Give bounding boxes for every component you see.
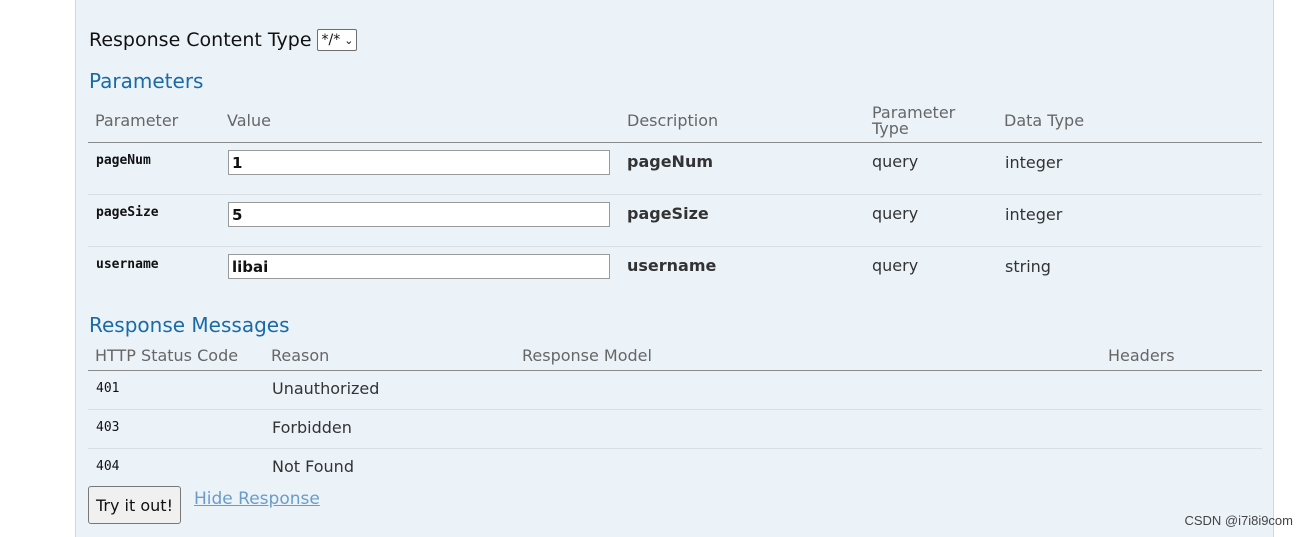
parameters-title: Parameters: [89, 69, 204, 93]
chevron-down-icon: ⌄: [344, 33, 354, 47]
parameter-data-type: string: [1005, 257, 1051, 276]
header-http-status-code: HTTP Status Code: [95, 346, 239, 365]
parameter-description: pageSize: [627, 204, 709, 223]
response-row: 403 Forbidden: [88, 410, 1262, 449]
status-reason: Unauthorized: [272, 379, 380, 398]
username-input[interactable]: [228, 254, 610, 279]
operation-panel: Response Content Type */* ⌄ Parameters P…: [75, 0, 1274, 537]
response-content-type: Response Content Type */* ⌄: [89, 29, 358, 51]
response-messages-title: Response Messages: [89, 313, 290, 337]
parameter-type: query: [872, 256, 919, 275]
content-type-value: */*: [321, 32, 341, 48]
parameters-table: Parameter Value Description Parameter Ty…: [88, 96, 1262, 298]
header-response-model: Response Model: [522, 346, 652, 365]
status-reason: Forbidden: [272, 418, 352, 437]
parameter-name: pageNum: [96, 153, 151, 168]
header-parameter-type-line2: Type: [872, 119, 909, 138]
response-messages-table: HTTP Status Code Reason Response Model H…: [88, 342, 1262, 487]
parameter-row-pagenum: pageNum pageNum query integer: [88, 143, 1262, 195]
parameter-data-type: integer: [1005, 153, 1063, 172]
parameter-data-type: integer: [1005, 205, 1063, 224]
status-code: 404: [96, 459, 120, 474]
parameter-type: query: [872, 204, 919, 223]
response-row: 401 Unauthorized: [88, 371, 1262, 410]
parameters-header: Parameter Value Description Parameter Ty…: [88, 96, 1262, 143]
parameter-name: pageSize: [96, 205, 159, 220]
status-code: 403: [96, 420, 120, 435]
parameter-description: username: [627, 256, 717, 275]
content-type-label: Response Content Type: [89, 29, 312, 51]
parameter-type: query: [872, 152, 919, 171]
pagesize-input[interactable]: [228, 202, 610, 227]
header-headers: Headers: [1108, 346, 1175, 365]
parameter-row-pagesize: pageSize pageSize query integer: [88, 195, 1262, 247]
header-data-type: Data Type: [1004, 111, 1085, 130]
hide-response-link[interactable]: Hide Response: [194, 489, 320, 509]
response-row: 404 Not Found: [88, 449, 1262, 487]
content-type-select[interactable]: */* ⌄: [316, 29, 358, 51]
watermark: CSDN @i7i8i9com: [1184, 513, 1293, 528]
header-value: Value: [227, 111, 271, 130]
parameter-description: pageNum: [627, 152, 714, 171]
status-reason: Not Found: [272, 457, 354, 476]
response-messages-header: HTTP Status Code Reason Response Model H…: [88, 342, 1262, 371]
header-reason: Reason: [271, 346, 330, 365]
header-description: Description: [627, 111, 719, 130]
try-it-out-button[interactable]: Try it out!: [88, 486, 181, 524]
parameter-row-username: username username query string: [88, 247, 1262, 298]
status-code: 401: [96, 381, 120, 396]
parameter-name: username: [96, 257, 159, 272]
header-parameter: Parameter: [95, 111, 179, 130]
pagenum-input[interactable]: [228, 150, 610, 175]
